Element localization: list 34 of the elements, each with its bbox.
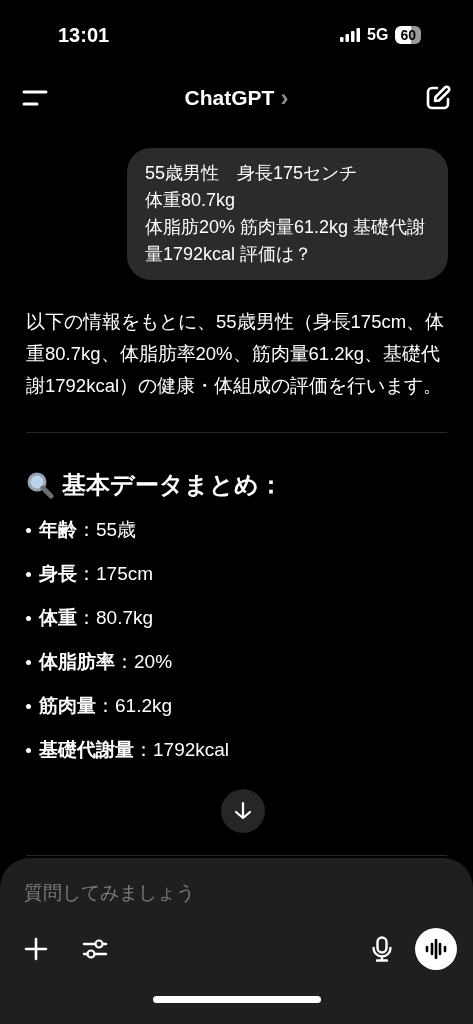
network-label: 5G xyxy=(367,26,389,44)
section-heading: 基本データまとめ： xyxy=(62,470,283,500)
voice-button[interactable] xyxy=(415,928,457,970)
assistant-paragraph: 以下の情報をもとに、55歳男性（身長175cm、体重80.7kg、体脂肪率20%、筋肉量61.2kg、基礎代謝1792kcal）の健康・体組成の評価を行います。 xyxy=(26,310,446,398)
list-item-text: 筋肉量：61.2kg xyxy=(39,694,173,718)
battery-indicator: 60 xyxy=(395,26,421,44)
bullet-dot xyxy=(26,747,31,753)
bullet-dot xyxy=(26,615,31,621)
message-input[interactable]: 質問してみましょう xyxy=(24,876,449,910)
list-item-text: 体脂肪率：20% xyxy=(39,650,173,674)
bullet-dot xyxy=(26,659,31,665)
microphone-icon[interactable] xyxy=(371,936,393,962)
user-message-line: 55歳男性 身長175センチ xyxy=(145,162,359,185)
sliders-icon[interactable] xyxy=(82,937,108,961)
magnifier-icon xyxy=(26,471,54,499)
plus-icon[interactable] xyxy=(24,937,48,961)
user-message-line: 体重80.7kg xyxy=(145,189,237,212)
list-item-text: 基礎代謝量：1792kcal xyxy=(39,738,230,762)
bullet-dot xyxy=(26,703,31,709)
signal-icon xyxy=(340,28,361,42)
status-time: 13:01 xyxy=(58,23,110,47)
waveform-icon xyxy=(425,939,447,959)
chevron-icon[interactable]: › xyxy=(280,86,289,110)
list-item-text: 身長：175cm xyxy=(39,562,154,586)
list-item-text: 体重：80.7kg xyxy=(39,606,154,630)
bullet-dot xyxy=(26,527,31,533)
user-message-line: 体脂肪20% 筋肉量61.2kg 基礎代謝量1792kcal 評価は？ xyxy=(145,216,427,266)
menu-icon[interactable] xyxy=(22,89,48,107)
new-chat-icon[interactable] xyxy=(425,85,451,111)
app-title[interactable]: ChatGPT xyxy=(184,86,275,110)
arrow-down-icon xyxy=(233,801,253,821)
scroll-down-button[interactable] xyxy=(221,789,265,833)
bullet-dot xyxy=(26,571,31,577)
list-item-text: 年齢：55歳 xyxy=(39,518,137,542)
